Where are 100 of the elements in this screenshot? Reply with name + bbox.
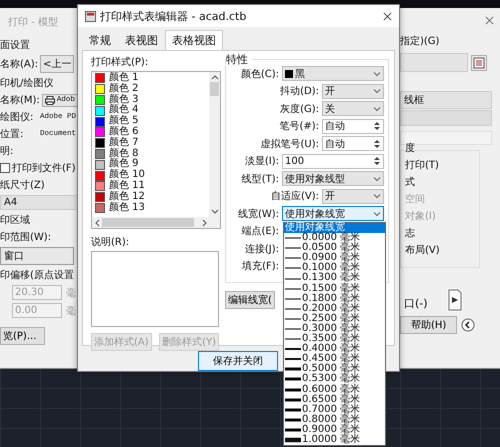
tab[interactable]: 表格视图 — [165, 30, 223, 50]
scroll-down-icon[interactable] — [210, 209, 218, 215]
orientation-label: 口(-) — [404, 296, 428, 311]
scroll-left-icon[interactable] — [94, 218, 100, 226]
spinner-icon[interactable] — [373, 138, 381, 150]
field-label: 名称(A): — [0, 58, 38, 71]
dropdown[interactable]: 使用对象线型 — [282, 171, 384, 186]
option-label: 志 — [405, 226, 416, 240]
lineweight-option[interactable]: 0.6500 毫米 — [284, 394, 385, 405]
checkbox-label: 打印到文件(F) — [12, 162, 76, 175]
lineweight-option[interactable]: 0.1500 毫米 — [284, 284, 385, 294]
plot-style-item[interactable]: 颜色 2 — [95, 84, 206, 95]
description-field[interactable] — [91, 251, 219, 327]
plot-style-item[interactable]: 颜色 10 — [95, 170, 206, 181]
tab[interactable]: 常规 — [82, 30, 118, 50]
field-label: 印范围(W): — [0, 230, 52, 244]
line-sample-icon — [285, 346, 301, 352]
collapse-icon[interactable] — [461, 318, 476, 332]
line-sample-icon — [285, 296, 301, 302]
preview-button[interactable]: 览(P)... — [0, 327, 46, 345]
line-sample-icon — [285, 235, 301, 242]
scroll-right-icon[interactable] — [202, 218, 208, 226]
plot-style-item[interactable]: 颜色 6 — [95, 126, 206, 138]
scroll-thumb[interactable] — [102, 218, 194, 227]
line-sample-icon — [285, 437, 301, 444]
lineweight-option[interactable]: 0.2500 毫米 — [284, 314, 385, 324]
option-label: 空间 — [405, 192, 426, 206]
dropdown[interactable]: 开 — [322, 188, 384, 204]
plot-style-item[interactable]: 颜色 5 — [95, 116, 206, 127]
plot-style-item[interactable]: 颜色 7 — [95, 138, 206, 149]
save-and-close-button[interactable]: 保存并关闭 — [198, 351, 278, 371]
group-title: 特性 — [226, 52, 252, 67]
option-label: 对象(I) — [405, 210, 437, 223]
line-sample-icon — [285, 356, 301, 362]
property-label: 填充(F): — [242, 260, 279, 274]
plot-style-item[interactable]: 颜色 11 — [95, 180, 206, 192]
property-label: 抖动(D): — [280, 84, 319, 98]
close-icon[interactable] — [485, 16, 494, 25]
lineweight-option[interactable]: 0.6000 毫米 — [284, 384, 385, 395]
help-button[interactable]: 帮助(H) — [400, 316, 458, 334]
line-sample-icon — [285, 276, 301, 282]
line-sample-icon — [285, 245, 301, 252]
edit-lineweights-button[interactable]: 编辑线宽( — [225, 291, 275, 309]
plot-style-item[interactable]: 颜色 13 — [95, 202, 206, 214]
option-label: 打印(T) — [405, 158, 440, 172]
shade-dropdown[interactable]: 线框 — [400, 91, 492, 109]
field-label: 名称(M): — [0, 94, 40, 107]
scroll-up-icon[interactable] — [210, 74, 218, 80]
lineweight-option[interactable]: 0.5300 毫米 — [284, 374, 385, 384]
dropdown[interactable]: 黑 — [282, 66, 384, 82]
spinner-field[interactable]: 100 — [282, 154, 384, 169]
line-sample-icon — [285, 386, 301, 393]
spinner-field[interactable]: 自动 — [322, 136, 384, 152]
line-sample-icon — [285, 316, 301, 322]
page-setup-dropdown[interactable]: <上一 — [40, 55, 74, 73]
close-icon[interactable] — [383, 12, 392, 20]
chevron-down-icon — [373, 106, 381, 112]
horizontal-scrollbar[interactable] — [92, 217, 220, 228]
dropdown[interactable]: 开 — [322, 84, 384, 99]
vertical-scrollbar[interactable] — [209, 72, 220, 217]
option-label: 式 — [405, 176, 416, 189]
unit-label: 毫 — [66, 286, 76, 300]
chevron-down-icon — [373, 210, 381, 217]
plot-style-label: 指定)(G) — [400, 34, 440, 48]
property-label: 端点(E): — [242, 224, 279, 238]
dropdown[interactable]: 使用对象线宽 — [282, 206, 384, 222]
plot-style-item[interactable]: 颜色 12 — [95, 192, 206, 203]
lineweight-option[interactable]: 0.1300 毫米 — [284, 273, 385, 284]
line-sample-icon — [285, 416, 301, 423]
spinner-icon[interactable] — [373, 155, 381, 168]
lineweight-option[interactable]: 0.2000 毫米 — [284, 304, 385, 314]
dropdown[interactable]: 关 — [322, 101, 384, 116]
line-sample-icon — [285, 396, 301, 403]
spinner-icon[interactable] — [373, 120, 381, 132]
edit-table-icon[interactable] — [471, 54, 487, 70]
line-sample-icon — [285, 336, 301, 342]
line-sample-icon — [285, 426, 301, 433]
section-heading: 纸尺寸(Z) — [0, 178, 45, 192]
chevron-down-icon — [373, 176, 381, 182]
lineweight-option[interactable]: 0.8000 毫米 — [284, 414, 385, 425]
property-label: 连接(J): — [244, 242, 279, 256]
paper-size-dropdown[interactable]: A4 — [0, 195, 78, 210]
plot-range-dropdown[interactable]: 窗口 — [0, 247, 74, 265]
lineweight-option[interactable]: 0.7000 毫米 — [284, 404, 385, 415]
lineweight-option[interactable]: 0.9000 毫米 — [284, 424, 385, 435]
field-label: 位置: — [0, 128, 24, 141]
lineweight-option[interactable]: 0.1800 毫米 — [284, 294, 385, 304]
lineweight-option[interactable]: 1.0000 毫米 — [284, 434, 385, 446]
tab[interactable]: 表视图 — [118, 30, 165, 50]
field-label: 明: — [0, 145, 14, 158]
line-sample-icon — [285, 255, 301, 262]
line-sample-icon — [285, 306, 301, 312]
line-sample-icon — [285, 406, 301, 413]
section-heading: 面设置 — [0, 38, 30, 52]
option-label: 度 — [405, 142, 416, 155]
scroll-thumb[interactable] — [210, 82, 219, 96]
spinner-field[interactable]: 自动 — [322, 118, 384, 134]
checkbox[interactable] — [0, 163, 10, 173]
line-sample-icon — [285, 366, 301, 372]
section-heading: 印偏移(原点设置 — [0, 268, 74, 282]
